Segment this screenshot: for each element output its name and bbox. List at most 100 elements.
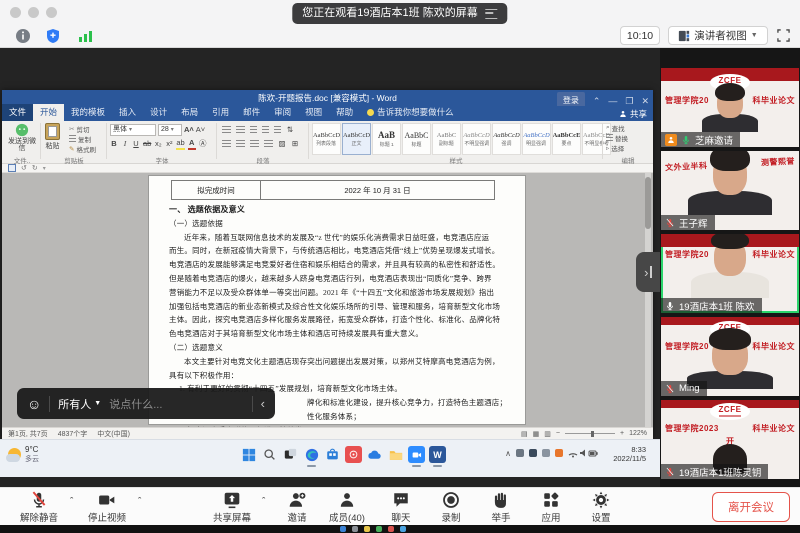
- superscript-button[interactable]: x²: [165, 139, 173, 149]
- meeting-security-button[interactable]: [42, 26, 64, 45]
- emoji-icon[interactable]: ☺: [27, 397, 41, 411]
- search-button[interactable]: [261, 446, 278, 463]
- tray-app-icon[interactable]: [529, 449, 537, 457]
- redo-icon[interactable]: ↻: [32, 164, 38, 172]
- zoom-in-button[interactable]: +: [620, 430, 624, 437]
- qat-customize-icon[interactable]: ▾: [43, 165, 46, 172]
- shading-button[interactable]: ▨: [278, 139, 286, 149]
- taskbar-weather-widget[interactable]: 9°C多云: [8, 445, 39, 464]
- edge-browser-icon[interactable]: [303, 446, 320, 463]
- strikethrough-button[interactable]: ab: [143, 139, 151, 149]
- tab-file[interactable]: 文件: [2, 104, 33, 121]
- numbering-button[interactable]: [236, 126, 245, 134]
- music-app-icon[interactable]: [345, 446, 362, 463]
- window-close-button[interactable]: [10, 7, 21, 18]
- read-mode-icon[interactable]: ▤: [521, 430, 528, 438]
- font-color-button[interactable]: A: [188, 138, 196, 150]
- web-layout-icon[interactable]: ▥: [544, 430, 551, 438]
- char-border-button[interactable]: Ⓐ: [199, 139, 207, 149]
- style-title[interactable]: AaBbC标题: [402, 123, 431, 155]
- dock-app-icon[interactable]: [376, 526, 382, 532]
- tab-help[interactable]: 帮助: [329, 104, 360, 121]
- sidebar-collapse-handle[interactable]: ›: [636, 252, 660, 292]
- window-zoom-button[interactable]: [46, 7, 57, 18]
- cut-button[interactable]: ✂剪切: [69, 124, 96, 134]
- format-painter-button[interactable]: ✎格式刷: [69, 144, 96, 154]
- tab-home[interactable]: 开始: [33, 104, 64, 121]
- word-app-icon[interactable]: W: [429, 446, 446, 463]
- participant-tile[interactable]: 文外业半科测警熙誉 王子辉: [661, 151, 799, 230]
- tab-review[interactable]: 审阅: [267, 104, 298, 121]
- wifi-volume-battery-icons[interactable]: [568, 448, 598, 458]
- decrease-indent-button[interactable]: [262, 126, 269, 134]
- paste-button[interactable]: 粘贴: [45, 123, 60, 151]
- participant-tile[interactable]: ZCFE 管理学院20科毕业论文 开 芝麻邀请: [661, 68, 799, 147]
- bold-button[interactable]: B: [110, 139, 118, 149]
- tab-layout[interactable]: 布局: [174, 104, 205, 121]
- replace-button[interactable]: 替换: [606, 133, 650, 143]
- tell-me-box[interactable]: 告诉我你想要做什么: [360, 104, 461, 121]
- style-emphasis[interactable]: AaBbCcD强调: [492, 123, 521, 155]
- style-subtle-emphasis[interactable]: AaBbCcD不明显强调: [462, 123, 491, 155]
- font-name-select[interactable]: 黑体 ▾: [110, 124, 156, 136]
- tray-chevron-icon[interactable]: ∧: [505, 449, 511, 458]
- align-left-button[interactable]: [222, 140, 231, 148]
- select-button[interactable]: ▹选择: [606, 143, 650, 153]
- word-share-button[interactable]: 共享: [619, 108, 647, 120]
- tab-view[interactable]: 视图: [298, 104, 329, 121]
- onedrive-icon[interactable]: [366, 446, 383, 463]
- settings-button[interactable]: 设置: [572, 491, 630, 524]
- borders-button[interactable]: ⊞: [291, 139, 299, 149]
- dock-app-icon[interactable]: [364, 526, 370, 532]
- increase-indent-button[interactable]: [274, 126, 281, 134]
- dock-app-icon[interactable]: [340, 526, 346, 532]
- justify-button[interactable]: [264, 140, 273, 148]
- view-mode-button[interactable]: 演讲者视图 ▼: [668, 26, 768, 45]
- subscript-button[interactable]: x₂: [154, 139, 162, 149]
- dock-app-icon[interactable]: [388, 526, 394, 532]
- window-minimize-button[interactable]: [28, 7, 39, 18]
- style-normal[interactable]: AaBbCcD正文: [342, 123, 371, 155]
- members-button[interactable]: 成员(40): [318, 491, 376, 524]
- zoom-slider[interactable]: [565, 433, 615, 434]
- store-icon[interactable]: [324, 446, 341, 463]
- tray-app-icon[interactable]: [555, 449, 563, 457]
- network-quality-button[interactable]: [74, 26, 96, 45]
- dock-app-icon[interactable]: [400, 526, 406, 532]
- stop-video-button[interactable]: 停止视频: [78, 491, 136, 524]
- unmute-button[interactable]: 解除静音: [10, 491, 68, 524]
- participant-tile-active-speaker[interactable]: 管理学院20科毕业论文 19酒店本1班 陈欢: [661, 234, 799, 313]
- start-button[interactable]: [240, 446, 257, 463]
- share-options-chevron[interactable]: ˆ: [262, 496, 265, 506]
- find-button[interactable]: ⌕查找: [606, 123, 650, 133]
- chat-audience-select[interactable]: 所有人▼: [58, 396, 101, 412]
- watching-banner[interactable]: 您正在观看19酒店本1班 陈欢的屏幕: [292, 3, 507, 24]
- tab-insert[interactable]: 插入: [112, 104, 143, 121]
- share-screen-button[interactable]: 共享屏幕: [203, 491, 261, 524]
- tray-app-icon[interactable]: [542, 449, 550, 457]
- dock-app-icon[interactable]: [352, 526, 358, 532]
- send-to-wechat-button[interactable]: 发送到微信: [6, 121, 38, 152]
- underline-button[interactable]: U: [132, 139, 140, 149]
- grow-font-button[interactable]: A˄: [184, 125, 194, 135]
- mute-options-chevron[interactable]: ˆ: [70, 496, 73, 506]
- print-layout-icon[interactable]: ▦: [533, 430, 540, 438]
- leave-meeting-button[interactable]: 离开会议: [712, 492, 790, 522]
- copy-button[interactable]: 复制: [69, 134, 96, 144]
- task-view-button[interactable]: [282, 446, 299, 463]
- shrink-font-button[interactable]: A˅: [196, 125, 205, 135]
- meeting-info-button[interactable]: [12, 26, 34, 45]
- style-intense-emphasis[interactable]: AaBbCcD明显强调: [522, 123, 551, 155]
- participant-tile[interactable]: ZCFE 管理学院20科毕业论文 Ming: [661, 317, 799, 396]
- tray-app-icon[interactable]: [516, 449, 524, 457]
- highlight-button[interactable]: ab: [176, 138, 184, 150]
- align-center-button[interactable]: [236, 140, 245, 148]
- participant-tile[interactable]: ZCFE 管理学院2023科毕业论文 开 19酒店本1班陈灵钥: [661, 400, 799, 479]
- align-right-button[interactable]: [250, 140, 259, 148]
- fullscreen-button[interactable]: [772, 26, 794, 45]
- file-explorer-icon[interactable]: [387, 446, 404, 463]
- document-scrollbar-thumb[interactable]: [645, 177, 651, 229]
- undo-icon[interactable]: ↺: [21, 164, 27, 172]
- banner-menu-icon[interactable]: [486, 9, 498, 19]
- tab-references[interactable]: 引用: [205, 104, 236, 121]
